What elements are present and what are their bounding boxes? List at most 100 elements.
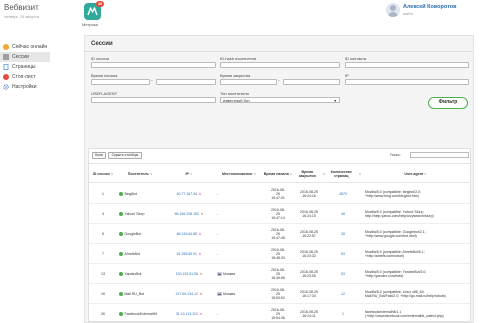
- session-id-label: ID сессии: [91, 56, 109, 61]
- column-header-location[interactable]: Местоположение ⇅: [215, 164, 263, 184]
- column-header-user-agent[interactable]: User-agent ⇅: [361, 164, 470, 184]
- ip-link[interactable]: 66.249.64.88: [177, 232, 197, 236]
- logout-link[interactable]: выйти: [403, 12, 413, 16]
- visitor-cell: AhrefsBot: [119, 244, 165, 264]
- ip-link[interactable]: 217.69.134.12: [176, 292, 198, 296]
- ip-cell: 51.255.65.91 ✕: [163, 244, 215, 264]
- end-time-cell: 2016-08-25 16:22:57: [293, 224, 325, 244]
- session-id-cell: 16: [89, 284, 117, 304]
- location: Москва: [223, 272, 235, 276]
- block-ip-icon[interactable]: ✕: [199, 252, 202, 256]
- column-header-id[interactable]: ID сессии ⇅: [89, 164, 117, 184]
- start-time-cell: 2016-08- 25 15:49:56: [263, 264, 293, 284]
- visitor-name: AhrefsBot: [124, 252, 140, 256]
- user-name[interactable]: Алексей Коворотов: [403, 4, 457, 10]
- start-time-part: 15:47:01: [271, 196, 285, 201]
- block-ip-icon[interactable]: ✕: [199, 232, 202, 236]
- pages-link[interactable]: 4579: [339, 192, 347, 196]
- contact-id-input[interactable]: [345, 62, 469, 68]
- ip-cell: 217.69.134.12 ✕: [163, 284, 215, 304]
- location: -: [217, 312, 219, 316]
- pages-link[interactable]: 1: [342, 312, 344, 316]
- pages-link[interactable]: 53: [341, 252, 345, 256]
- table-row[interactable]: 7 AhrefsBot 51.255.65.91 ✕ -2016-08- 25 15:48:…: [89, 244, 470, 264]
- end-time-part: 16:24:16: [302, 194, 316, 198]
- start-time-from-input[interactable]: [91, 79, 150, 85]
- pages-cell: 53: [325, 264, 361, 284]
- ip-cell: 31.13.113.113 ✕: [163, 304, 215, 321]
- pages-link[interactable]: 12: [341, 292, 345, 296]
- block-ip-icon[interactable]: ✕: [199, 272, 202, 276]
- session-id-cell: 3: [89, 204, 117, 224]
- end-time-cell: 2016-08-25 16:23:05: [293, 264, 325, 284]
- start-time-part: 15:54:36: [271, 316, 285, 321]
- ip-link[interactable]: 40.77.167.34: [177, 192, 197, 196]
- table-row[interactable]: 5 GoogleBot 66.249.64.88 ✕ -2016-08- 25 15:47:…: [89, 224, 470, 244]
- table-row[interactable]: 13 YandexBot 130.193.51.56 ✕ Москва 2016-08- 2…: [89, 264, 470, 284]
- hash-id-input[interactable]: [220, 62, 340, 68]
- user-agent-cell: Mozilla/5.0 (compatible; YandexBot/3.0; +…: [365, 264, 470, 284]
- visitor-cell: YandexBot: [119, 264, 165, 284]
- ip-link[interactable]: 31.13.113.113: [176, 312, 198, 316]
- search-input[interactable]: [410, 152, 469, 158]
- sidebar-item-label: Настройки: [12, 84, 37, 90]
- end-time-part: 16:23:05: [302, 274, 316, 278]
- column-header-ip[interactable]: IP ⇅: [163, 164, 215, 184]
- column-header-pages[interactable]: Количество страниц ⇅: [325, 164, 361, 184]
- ip-link[interactable]: 66.195.228.152: [175, 212, 199, 216]
- table-row[interactable]: 3 Yahoo! Slurp 66.195.228.152 ✕ -2016-08- 25 1…: [89, 204, 470, 224]
- search-label: Поиск:: [390, 153, 401, 157]
- session-id: 26: [101, 312, 105, 316]
- pages-link[interactable]: 53: [341, 272, 345, 276]
- pages-link[interactable]: 28: [341, 232, 345, 236]
- hide-columns-button[interactable]: Скрыть столбцы: [108, 152, 142, 159]
- end-time-to-input[interactable]: [283, 79, 340, 85]
- user-agent-cell: Mozilla/5.0 (compatible; Linux x86_64; Ma…: [365, 284, 470, 304]
- sidebar-item-sessions[interactable]: Сессии: [0, 52, 50, 62]
- start-time-cell: 2016-08- 25 15:47:01: [263, 184, 293, 204]
- sidebar-item-label: Стоп-лист: [12, 74, 36, 80]
- user-agent-input[interactable]: [91, 97, 216, 103]
- column-header-start[interactable]: Время начала ⇅: [263, 164, 293, 184]
- ip-link[interactable]: 130.193.51.56: [176, 272, 198, 276]
- column-header-visitor[interactable]: Посетитель ⇅: [117, 164, 163, 184]
- block-ip-icon[interactable]: ✕: [199, 192, 202, 196]
- pages-link[interactable]: 48: [341, 212, 345, 216]
- session-id-cell: 26: [89, 304, 117, 321]
- avatar[interactable]: [386, 3, 400, 17]
- table-row[interactable]: 26 FacebookExternalHit 31.13.113.113 ✕ -2016…: [89, 304, 470, 321]
- filter-button[interactable]: Фильтр: [428, 97, 468, 109]
- block-ip-icon[interactable]: ✕: [200, 212, 203, 216]
- block-ip-icon[interactable]: ✕: [199, 292, 202, 296]
- ip-label: IP: [345, 73, 349, 78]
- end-time-cell: 2016-08-25 16:24:11: [293, 304, 325, 321]
- table-row[interactable]: 1 BingBot 40.77.167.34 ✕ -2016-08- 25 15:47:01…: [89, 184, 470, 204]
- sidebar-item-pages[interactable]: Страницы: [0, 62, 50, 72]
- start-time-cell: 2016-08- 25 15:54:36: [263, 304, 293, 321]
- app-label: Метрика: [82, 22, 98, 27]
- block-ip-icon[interactable]: ✕: [199, 312, 202, 316]
- session-id-input[interactable]: [91, 62, 216, 68]
- ip-cell: 130.193.51.56 ✕: [163, 264, 215, 284]
- end-time-from-input[interactable]: [220, 79, 277, 85]
- brand[interactable]: Вебвизит четверг, 25 августа: [4, 3, 39, 19]
- end-time-part: 16:24:15: [302, 214, 316, 218]
- start-time-to-input[interactable]: [156, 79, 216, 85]
- divider: [85, 51, 473, 52]
- visitor-type-select[interactable]: известный бот ▼: [220, 97, 340, 103]
- copy-button[interactable]: Копи: [92, 152, 106, 159]
- list-icon: [3, 54, 9, 60]
- table-row[interactable]: 16 Mail.RU_Bot 217.69.134.12 ✕ Москва 2016-08…: [89, 284, 470, 304]
- ip-input[interactable]: [345, 79, 469, 85]
- column-header-end[interactable]: Время закрытия ⇅: [293, 164, 325, 184]
- visitor-cell: FacebookExternalHit: [119, 304, 165, 321]
- pages-cell: 28: [325, 224, 361, 244]
- user-menu[interactable]: Алексей Коворотов выйти: [386, 3, 472, 19]
- location-cell: -: [217, 204, 263, 224]
- sidebar-item-stoplist[interactable]: Стоп-лист: [0, 72, 50, 82]
- sidebar-item-online[interactable]: Сейчас онлайн: [0, 42, 50, 52]
- sidebar-item-settings[interactable]: Настройки: [0, 82, 50, 92]
- sessions-table: Копи Скрыть столбцы Поиск: ID сессии ⇅ По…: [88, 148, 471, 322]
- user-agent-cell: Mozilla/5.0 (compatible; bingbot/2.0; +ht…: [365, 184, 470, 204]
- ip-link[interactable]: 51.255.65.91: [177, 252, 197, 256]
